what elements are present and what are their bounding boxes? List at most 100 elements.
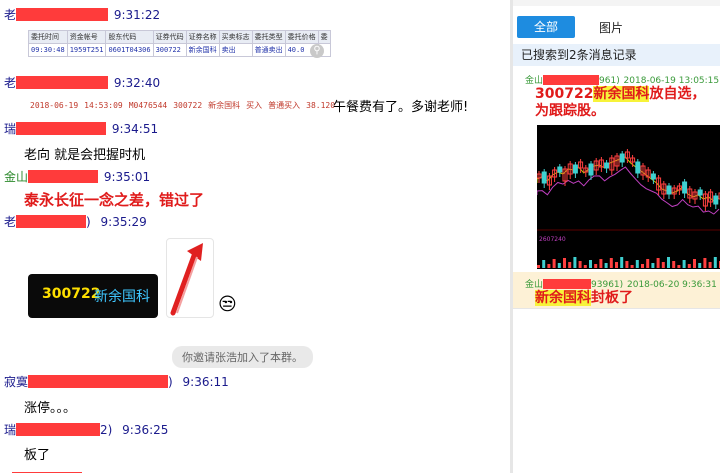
candle-body [697,189,703,196]
candle-body [666,185,672,195]
message-header: 瑞 9:34:51 [4,120,158,137]
candle-body [650,173,656,180]
volume-bar [615,262,618,268]
message-header: 金山 9:35:01 [4,168,150,185]
volume-bar [563,258,566,268]
table-header-cell: 证券名称 [185,30,220,44]
table-header-cell: 证券代码 [152,30,187,44]
redacted-name [543,75,600,85]
redacted-name [28,375,169,388]
candle-body [557,166,563,173]
trade-field: 14:53:09 [84,101,123,110]
result-rest: 封板了 [591,290,633,306]
volume-bar [568,262,572,268]
volume-bar [542,260,546,268]
candle-body [619,153,625,163]
stock-name: 新余国科 [94,289,150,305]
tab-all[interactable]: 全部 [517,16,575,38]
result-id: 961) [599,76,620,86]
result-text[interactable]: 新余国科封板了 [535,290,633,307]
candle-body [604,162,610,169]
search-result-count: 已搜索到2条消息记录 [513,44,720,66]
message-time: 9:36:25 [122,423,169,437]
volume-bar [703,258,707,268]
trade-record-image[interactable]: 2018-06-19 14:53:09 M0476544 300722 新余国科 买入 普通… [30,100,341,111]
volume-bar [583,265,587,268]
volume-bar [630,265,634,268]
result-id: 93961) [591,280,624,290]
redacted-name [16,122,107,135]
table-cell: 1959T251 [66,43,107,57]
result-sender: 金山 [525,280,544,290]
volume-bar [547,264,551,268]
table-header-cell: 股东代码 [105,30,154,44]
next-message-header [4,466,184,473]
volume-bar [713,257,717,268]
trade-field: M0476544 [128,101,168,110]
volume-bar [651,263,655,268]
chat-panel: 老 9:31:22 委托时间 资金帐号 股东代码 证券代码 证券名称 买卖标志 委托类型 委托… [0,0,510,473]
volume-bar [641,264,644,268]
volume-bar [589,260,592,268]
message-text: 午餐费有了。多谢老师! [333,100,469,115]
result-meta: 金山 93961) 2018-06-20 9:36:31 [525,276,717,290]
message-time: 9:31:22 [113,8,161,22]
volume-bar [656,258,660,268]
screenshot-image[interactable]: 委托时间 资金帐号 股东代码 证券代码 证券名称 买卖标志 委托类型 委托价格委 09:30:… [28,30,331,57]
volume-bar [677,265,681,268]
result-sender: 金山 [525,76,544,86]
tab-images[interactable]: 图片 [599,19,623,36]
system-notice: 你邀请张浩加入了本群。 [172,346,313,368]
trade-field: 38.120 [306,101,336,110]
trade-field: 普通买入 [268,101,301,110]
message-time: 9:35:29 [100,215,147,229]
table-cell: 0601T04306 [105,43,154,57]
sender-name[interactable]: 金山 [4,170,28,184]
sender-name[interactable]: 老 [4,215,16,229]
redacted-name [28,170,99,183]
candle-body [572,164,578,174]
volume-bar [635,260,639,268]
sender-name[interactable]: 瑞 [4,423,16,437]
name-suffix: ) [86,215,91,229]
sender-name[interactable]: 瑞 [4,122,16,136]
result-text[interactable]: 300722新余国科放自选， [535,86,705,103]
trade-field: 2018-06-19 [30,101,79,110]
redacted-name [16,8,109,21]
redacted-name [16,215,87,228]
list-divider [513,308,720,309]
order-table: 委托时间 资金帐号 股东代码 证券代码 证券名称 买卖标志 委托类型 委托价格委 09:30:… [28,30,331,57]
result-code: 300722 [535,86,594,102]
sender-name[interactable]: 老 [4,76,16,90]
name-suffix: ) [168,375,173,389]
volume-bar [537,265,540,268]
volume-bar [552,259,556,268]
stock-code: 300722 [42,286,101,302]
candle-body [682,181,688,194]
message-header: 老 9:32:40 [4,74,160,91]
result-rest: 放自选， [649,86,706,102]
zoom-icon[interactable]: ⚲ [310,44,324,58]
table-header-cell: 委托类型 [251,30,286,44]
volume-bar [578,261,582,268]
table-cell: 300722 [152,43,187,57]
volume-bar [672,261,676,268]
message-time: 9:32:40 [113,76,161,90]
search-panel: 全部 图片 已搜索到2条消息记录 金山 961) 2018-06-19 13:05… [513,0,720,473]
sender-name[interactable]: 寂寞 [4,375,28,389]
result-date: 2018-06-20 9:36:31 [627,280,717,290]
candle-body [713,195,719,205]
result-keyword: 新余国科 [593,86,650,102]
volume-bar [604,263,608,268]
volume-bar [687,264,691,268]
message-time: 9:34:51 [111,122,159,136]
chart-label: 2607240 [539,236,566,243]
table-header-cell: 委托时间 [28,30,68,44]
table-header-cell: 资金帐号 [66,30,107,44]
rising-arrow-image[interactable] [166,238,214,318]
stock-card-image[interactable]: 300722 新余国科 [28,274,158,318]
sender-name[interactable]: 老 [4,8,16,22]
kline-chart-image[interactable]: 2607240 [537,125,720,269]
message-time: 9:35:01 [103,170,151,184]
volume-bar [698,263,702,268]
